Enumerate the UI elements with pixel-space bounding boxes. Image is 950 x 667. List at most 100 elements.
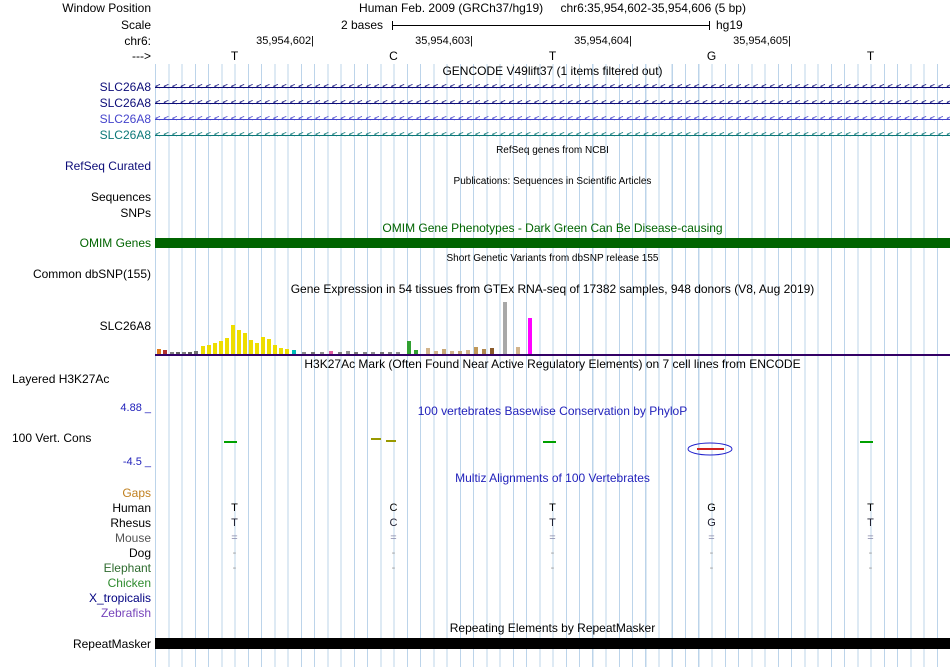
gencode-transcript-label[interactable]: SLC26A8	[0, 95, 155, 111]
gtex-expression-bar[interactable]	[414, 350, 418, 354]
assembly-short-label: hg19	[716, 18, 743, 32]
refseq-track-label[interactable]: RefSeq Curated	[0, 158, 155, 174]
gencode-transcript-label[interactable]: SLC26A8	[0, 79, 155, 95]
gtex-expression-bar[interactable]	[219, 341, 223, 354]
gtex-expression-bar[interactable]	[261, 337, 265, 354]
gtex-expression-bar[interactable]	[213, 343, 217, 354]
gtex-expression-bar[interactable]	[182, 352, 186, 354]
gtex-expression-bar[interactable]	[338, 352, 342, 354]
gtex-expression-bar[interactable]	[528, 318, 532, 354]
gtex-expression-bar[interactable]	[311, 352, 315, 354]
gencode-transcript[interactable]: <<<<<<<<<<<<<<<<<<<<<<<<<<<<<<<<<<<<<<<<…	[155, 127, 950, 143]
gtex-chart-area[interactable]	[155, 297, 950, 356]
gtex-expression-bar[interactable]	[163, 350, 167, 354]
repeatmasker-track-label[interactable]: RepeatMasker	[0, 636, 155, 652]
gtex-expression-bar[interactable]	[285, 349, 289, 354]
gtex-expression-bar[interactable]	[380, 352, 384, 354]
gtex-expression-bar[interactable]	[458, 351, 462, 354]
base-position-ruler[interactable]: 35,954,602| 35,954,603| 35,954,604| 35,954,…	[155, 34, 950, 49]
gencode-transcript[interactable]: <<<<<<<<<<<<<<<<<<<<<<<<<<<<<<<<<<<<<<<<…	[155, 111, 950, 127]
omim-header: OMIM Gene Phenotypes - Dark Green Can Be…	[382, 221, 723, 235]
multiz-species-label[interactable]: Rhesus	[0, 516, 155, 531]
multiz-species-label[interactable]: Mouse	[0, 531, 155, 546]
bottom-spacer	[0, 652, 950, 667]
gtex-expression-bar[interactable]	[243, 333, 247, 354]
gtex-expression-bar[interactable]	[225, 338, 229, 354]
multiz-species-label[interactable]: Dog	[0, 546, 155, 561]
gtex-expression-bar[interactable]	[407, 341, 411, 354]
multiz-species-label[interactable]: Gaps	[0, 486, 155, 501]
gtex-expression-bar[interactable]	[249, 340, 253, 354]
gtex-expression-bar[interactable]	[207, 345, 211, 354]
publications-sequences-label[interactable]: Sequences	[0, 189, 155, 205]
publications-header: Publications: Sequences in Scientific Ar…	[453, 176, 652, 187]
coordinate-label[interactable]: 35,954,604|	[532, 34, 632, 49]
dbsnp-track-area[interactable]	[155, 266, 950, 282]
gtex-expression-bar[interactable]	[329, 351, 333, 354]
gtex-expression-bar[interactable]	[474, 347, 478, 354]
refseq-header: RefSeq genes from NCBI	[496, 145, 609, 156]
multiz-header: Multiz Alignments of 100 Vertebrates	[455, 471, 650, 485]
dbsnp-track-label[interactable]: Common dbSNP(155)	[0, 266, 155, 282]
h3k27ac-track-label[interactable]: Layered H3K27Ac	[0, 372, 155, 402]
gencode-transcript[interactable]: <<<<<<<<<<<<<<<<<<<<<<<<<<<<<<<<<<<<<<<<…	[155, 95, 950, 111]
gencode-transcript-label[interactable]: SLC26A8	[0, 127, 155, 143]
phylop-track-label[interactable]: 100 Vert. Cons	[12, 431, 91, 445]
gtex-expression-bar[interactable]	[371, 352, 375, 354]
gtex-expression-bar[interactable]	[188, 352, 192, 354]
gtex-expression-bar[interactable]	[388, 352, 392, 354]
gtex-expression-bar[interactable]	[157, 349, 161, 354]
coordinate-label[interactable]: 35,954,605|	[691, 34, 791, 49]
repeatmasker-bar[interactable]	[155, 638, 950, 649]
gtex-expression-bar[interactable]	[237, 330, 241, 354]
gtex-expression-bar[interactable]	[482, 349, 486, 354]
gtex-expression-bar[interactable]	[516, 347, 520, 354]
gtex-expression-bar[interactable]	[466, 350, 470, 354]
gtex-expression-bar[interactable]	[490, 348, 494, 354]
gtex-expression-bar[interactable]	[201, 346, 205, 354]
multiz-species-label[interactable]: Chicken	[0, 576, 155, 591]
gtex-expression-bar[interactable]	[176, 352, 180, 354]
gencode-transcript-label[interactable]: SLC26A8	[0, 111, 155, 127]
refseq-track-area[interactable]	[155, 158, 950, 174]
gtex-expression-bar[interactable]	[170, 352, 174, 354]
phylop-axis-min: -4.5 _	[122, 456, 151, 468]
publications-sequences-area[interactable]	[155, 189, 950, 205]
publications-snps-label[interactable]: SNPs	[0, 205, 155, 221]
omim-gene-bar[interactable]	[155, 238, 950, 248]
multiz-species-label[interactable]: Zebrafish	[0, 606, 155, 621]
multiz-species-label[interactable]: Elephant	[0, 561, 155, 576]
multiz-base: -	[391, 562, 396, 574]
phylop-track[interactable]: 4.88 _ 100 vertebrates Basewise Conserva…	[0, 402, 950, 470]
omim-track-label[interactable]: OMIM Genes	[0, 236, 155, 251]
h3k27ac-track-area[interactable]	[155, 372, 950, 402]
coordinate-label[interactable]: 35,954,602|	[214, 34, 314, 49]
gencode-transcript[interactable]: <<<<<<<<<<<<<<<<<<<<<<<<<<<<<<<<<<<<<<<<…	[155, 79, 950, 95]
gtex-expression-bar[interactable]	[279, 348, 283, 354]
gtex-expression-bar[interactable]	[450, 351, 454, 354]
gtex-expression-bar[interactable]	[354, 352, 358, 354]
gtex-expression-bar[interactable]	[273, 345, 277, 354]
dbsnp-header-gutter	[0, 251, 155, 266]
gtex-expression-bar[interactable]	[194, 351, 198, 354]
gtex-expression-bar[interactable]	[426, 348, 430, 354]
gtex-expression-bar[interactable]	[292, 350, 296, 354]
multiz-species-label[interactable]: Human	[0, 501, 155, 516]
gtex-expression-bar[interactable]	[442, 349, 446, 354]
coordinate-label[interactable]: 35,954,603|	[373, 34, 473, 49]
gtex-expression-bar[interactable]	[267, 339, 271, 354]
gtex-expression-bar[interactable]	[231, 325, 235, 354]
publications-snps-area[interactable]	[155, 205, 950, 221]
gtex-expression-bar[interactable]	[302, 352, 306, 354]
gtex-expression-bar[interactable]	[363, 352, 367, 354]
gtex-expression-bar[interactable]	[320, 352, 324, 354]
gtex-expression-bar[interactable]	[503, 302, 507, 354]
gtex-expression-bar[interactable]	[396, 352, 400, 354]
gtex-expression-bar[interactable]	[346, 351, 350, 354]
gencode-header: GENCODE V49lift37 (1 items filtered out)	[442, 64, 663, 78]
gtex-expression-bar[interactable]	[255, 343, 259, 354]
multiz-species-label[interactable]: X_tropicalis	[0, 591, 155, 606]
gencode-header-gutter	[0, 64, 155, 79]
gtex-track-label[interactable]: SLC26A8	[0, 297, 155, 356]
gtex-expression-bar[interactable]	[434, 351, 438, 354]
